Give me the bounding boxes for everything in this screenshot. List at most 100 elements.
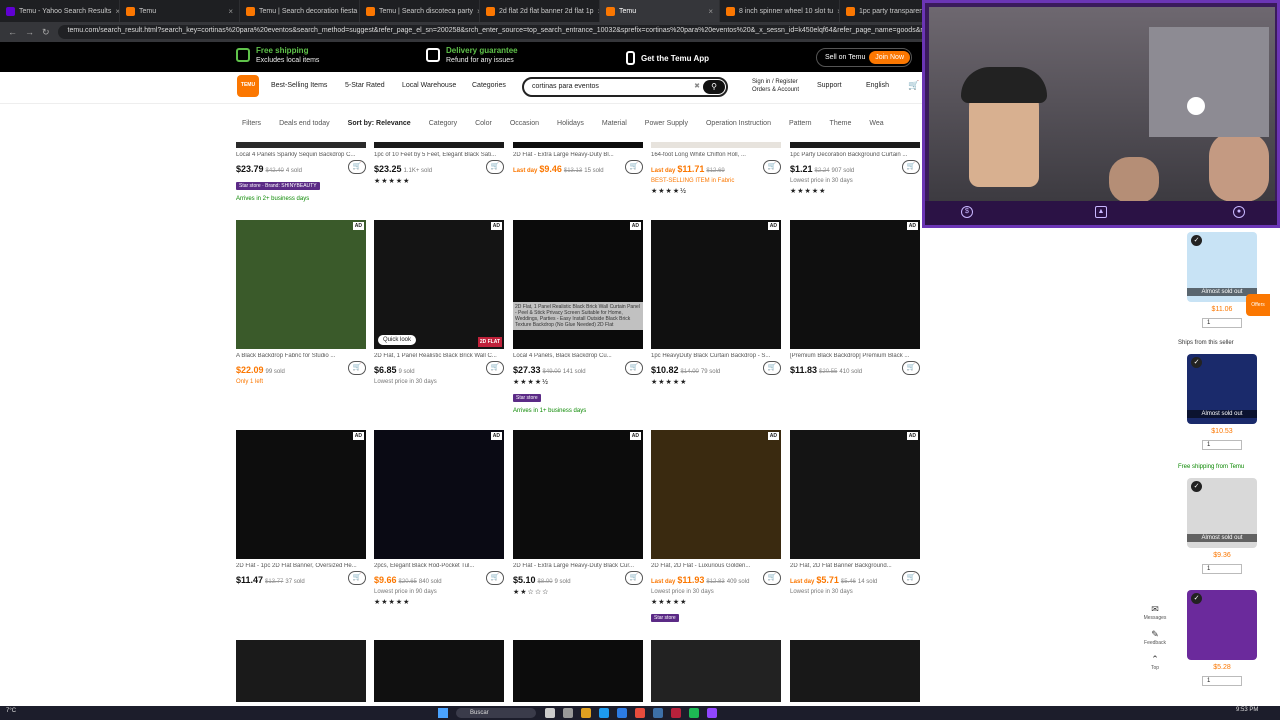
five-star-link[interactable]: 5-Star Rated bbox=[345, 82, 385, 89]
account-link[interactable]: Sign in / Register Orders & Account bbox=[740, 78, 799, 94]
task-view-icon[interactable] bbox=[563, 708, 573, 718]
close-icon[interactable]: × bbox=[708, 7, 713, 16]
product-title[interactable]: 2D Flat - 1pc 2D Flat Banner, Oversized … bbox=[236, 563, 366, 569]
product-image[interactable] bbox=[790, 142, 920, 148]
product-image[interactable]: AD 2D Flat, 1 Panel Realistic Black Brick… bbox=[513, 220, 643, 349]
product-title[interactable]: 2D Flat, 1 Panel Realistic Black Brick W… bbox=[374, 353, 504, 359]
app-icon[interactable] bbox=[671, 708, 681, 718]
filter-chip[interactable]: Color bbox=[469, 118, 498, 129]
product-title[interactable]: 1pc Party Decoration Background Curtain … bbox=[790, 152, 920, 158]
filter-chip[interactable]: Material bbox=[596, 118, 633, 129]
temu-logo[interactable]: TEMU bbox=[237, 75, 259, 97]
quick-look-button[interactable]: Quick look bbox=[378, 335, 417, 345]
check-icon[interactable]: ✓ bbox=[1191, 593, 1202, 604]
product-card[interactable]: AD 2pcs, Elegant Black Rod-Pocket Tul... $… bbox=[374, 430, 504, 606]
offers-tab[interactable]: Offers bbox=[1246, 294, 1270, 316]
steam-icon[interactable] bbox=[653, 708, 663, 718]
product-image[interactable] bbox=[236, 142, 366, 148]
add-to-cart-button[interactable]: 🛒 bbox=[625, 361, 643, 375]
clear-icon[interactable]: ✖ bbox=[694, 82, 700, 90]
cart-icon[interactable]: 🛒 bbox=[908, 80, 919, 91]
browser-tab[interactable]: Temu × bbox=[120, 0, 240, 22]
filter-chip[interactable]: Wea bbox=[863, 118, 889, 129]
browser-tab[interactable]: Temu × bbox=[600, 0, 720, 22]
add-to-cart-button[interactable]: 🛒 bbox=[486, 571, 504, 585]
product-card[interactable]: AD Quick look 2D FLAT 2D Flat, 1 Panel Real… bbox=[374, 220, 504, 385]
filter-chip[interactable]: Filters bbox=[236, 118, 267, 129]
product-card[interactable]: AD 2D Flat - 1pc 2D Flat Banner, Oversize… bbox=[236, 430, 366, 585]
product-card[interactable]: AD 2D Flat, 2D Flat Banner Background... L… bbox=[790, 430, 920, 595]
filter-chip[interactable]: Category bbox=[423, 118, 463, 129]
product-title[interactable]: 2D Flat, 2D Flat - Luxurious Golden... bbox=[651, 563, 781, 569]
add-to-cart-button[interactable]: 🛒 bbox=[763, 160, 781, 174]
product-title[interactable]: 2pcs, Elegant Black Rod-Pocket Tul... bbox=[374, 563, 504, 569]
back-icon[interactable]: ← bbox=[8, 27, 17, 37]
browser-tab[interactable]: Temu | Search discoteca party× bbox=[360, 0, 480, 22]
delivery-promo[interactable]: Delivery guarantee Refund for any issues bbox=[426, 46, 518, 64]
product-image[interactable] bbox=[374, 142, 504, 148]
browser-tab[interactable]: 8 inch spinner wheel 10 slot tu× bbox=[720, 0, 840, 22]
forward-icon[interactable]: → bbox=[25, 27, 34, 37]
product-card[interactable]: AD 2D Flat - Extra Large Heavy-Duty Black… bbox=[513, 430, 643, 596]
add-to-cart-button[interactable]: 🛒 bbox=[625, 571, 643, 585]
product-image[interactable]: AD bbox=[651, 220, 781, 349]
close-icon[interactable]: × bbox=[228, 7, 233, 16]
top-tool[interactable]: ⌃ Top bbox=[1140, 654, 1170, 671]
check-icon[interactable]: ✓ bbox=[1191, 235, 1202, 246]
product-card[interactable]: 1pc of 10 Feet by 5 Feet, Elegant Black … bbox=[374, 142, 504, 185]
filter-chip[interactable]: Pattern bbox=[783, 118, 818, 129]
product-image[interactable]: AD Quick look 2D FLAT bbox=[374, 220, 504, 349]
taskbar-search[interactable]: Buscar bbox=[456, 708, 536, 718]
product-image[interactable] bbox=[790, 640, 920, 702]
add-to-cart-button[interactable]: 🛒 bbox=[763, 361, 781, 375]
product-title[interactable]: 2D Flat - Extra Large Heavy-Duty Bl... bbox=[513, 152, 643, 158]
edge-icon[interactable] bbox=[599, 708, 609, 718]
product-card[interactable]: AD 1pc HeavyDuty Black Curtain Backdrop -… bbox=[651, 220, 781, 386]
add-to-cart-button[interactable]: 🛒 bbox=[625, 160, 643, 174]
windows-start-icon[interactable] bbox=[438, 708, 448, 718]
browser-tab[interactable]: 2d flat 2d flat banner 2d flat 1p× bbox=[480, 0, 600, 22]
filter-chip[interactable]: Occasion bbox=[504, 118, 545, 129]
add-to-cart-button[interactable]: 🛒 bbox=[763, 571, 781, 585]
filter-chip[interactable]: Power Supply bbox=[639, 118, 694, 129]
feedback-tool[interactable]: ✎ Feedback bbox=[1140, 629, 1170, 646]
product-image[interactable] bbox=[651, 142, 781, 148]
product-title[interactable]: Local 4 Panels, Black Backdrop Cu... bbox=[513, 353, 643, 359]
product-title[interactable]: 1pc of 10 Feet by 5 Feet, Elegant Black … bbox=[374, 152, 504, 158]
filter-chip[interactable]: Holidays bbox=[551, 118, 590, 129]
add-to-cart-button[interactable]: 🛒 bbox=[348, 160, 366, 174]
quantity-select[interactable]: 1 bbox=[1202, 318, 1242, 328]
filter-chip[interactable]: Theme bbox=[824, 118, 858, 129]
support-link[interactable]: Support bbox=[817, 82, 842, 89]
search-box[interactable]: cortinas para eventos ✖ ⚲ bbox=[522, 77, 728, 97]
chrome-icon[interactable] bbox=[635, 708, 645, 718]
product-title[interactable]: 2D Flat, 2D Flat Banner Background... bbox=[790, 563, 920, 569]
product-title[interactable]: A Black Backdrop Fabric for Studio ... bbox=[236, 353, 366, 359]
store-icon[interactable] bbox=[617, 708, 627, 718]
product-card[interactable]: AD 2D Flat, 2D Flat - Luxurious Golden...… bbox=[651, 430, 781, 624]
product-card[interactable]: Local 4 Panels Sparkly Sequin Backdrop C… bbox=[236, 142, 366, 202]
reload-icon[interactable]: ↻ bbox=[42, 27, 50, 38]
browser-tab[interactable]: Temu - Yahoo Search Results × bbox=[0, 0, 120, 22]
add-to-cart-button[interactable]: 🛒 bbox=[486, 361, 504, 375]
filter-chip[interactable]: Sort by: Relevance bbox=[342, 118, 417, 129]
search-input[interactable]: cortinas para eventos bbox=[532, 83, 599, 90]
add-to-cart-button[interactable]: 🛒 bbox=[902, 361, 920, 375]
add-to-cart-button[interactable]: 🛒 bbox=[348, 571, 366, 585]
categories-link[interactable]: Categories bbox=[472, 82, 506, 89]
best-selling-link[interactable]: Best-Selling Items bbox=[271, 82, 327, 89]
product-image[interactable]: AD bbox=[374, 430, 504, 559]
product-title[interactable]: 1pc HeavyDuty Black Curtain Backdrop - S… bbox=[651, 353, 781, 359]
product-image[interactable] bbox=[513, 142, 643, 148]
filter-chip[interactable]: Operation Instruction bbox=[700, 118, 777, 129]
add-to-cart-button[interactable]: 🛒 bbox=[348, 361, 366, 375]
product-title[interactable]: [Premium Black Backdrop] Premium Black .… bbox=[790, 353, 920, 359]
product-image[interactable]: AD bbox=[790, 220, 920, 349]
check-icon[interactable]: ✓ bbox=[1191, 357, 1202, 368]
product-card[interactable]: 164-foot Long White Chiffon Roll, ... Las… bbox=[651, 142, 781, 195]
filter-chip[interactable]: Deals end today bbox=[273, 118, 336, 129]
add-to-cart-button[interactable]: 🛒 bbox=[902, 160, 920, 174]
product-card[interactable]: AD [Premium Black Backdrop] Premium Black… bbox=[790, 220, 920, 375]
product-title[interactable]: Local 4 Panels Sparkly Sequin Backdrop C… bbox=[236, 152, 366, 158]
add-to-cart-button[interactable]: 🛒 bbox=[486, 160, 504, 174]
